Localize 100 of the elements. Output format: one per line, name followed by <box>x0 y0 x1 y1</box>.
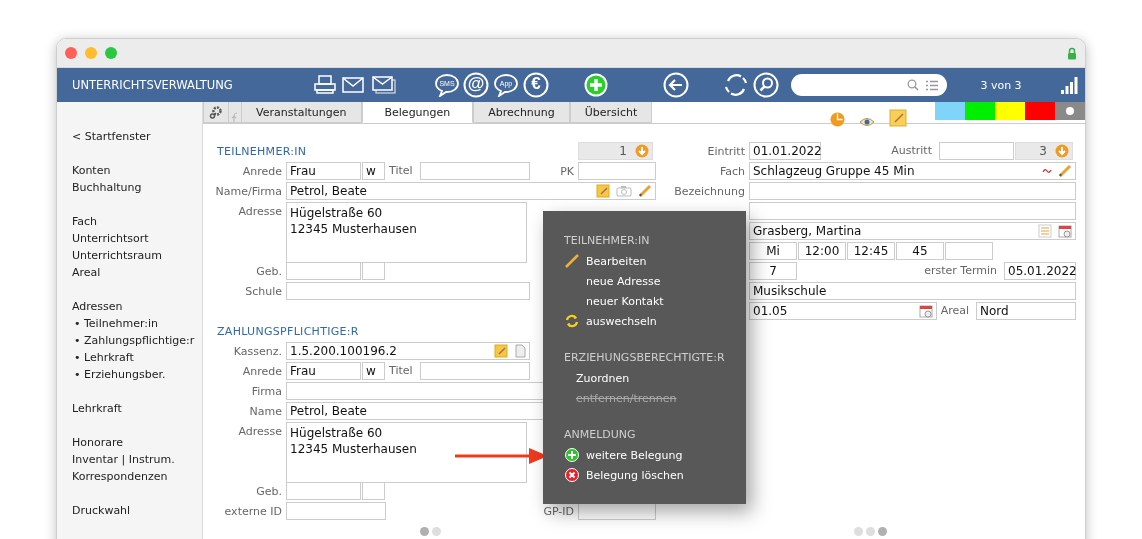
menu-item[interactable]: neuer Kontakt <box>565 291 664 311</box>
text-field[interactable]: 12:45 <box>847 241 895 260</box>
color-tag[interactable] <box>965 102 995 120</box>
sidebar-item[interactable]: Druckwahl <box>72 502 202 519</box>
counter-field[interactable]: 1 <box>578 141 653 160</box>
text-field[interactable]: Frau <box>286 161 361 180</box>
camera-icon[interactable] <box>616 184 632 197</box>
page-dot[interactable] <box>420 527 429 536</box>
sidebar-item[interactable]: Honorare <box>72 434 202 451</box>
menu-item[interactable]: auswechseln <box>565 311 657 331</box>
text-field[interactable]: Musikschule <box>749 281 1076 300</box>
calendar-icon[interactable] <box>918 303 933 318</box>
color-tag[interactable] <box>935 102 965 120</box>
text-field[interactable] <box>286 261 361 280</box>
menu-item[interactable]: Bearbeiten <box>565 251 647 271</box>
text-field[interactable] <box>939 141 1014 160</box>
refresh-button[interactable] <box>723 72 749 98</box>
down-arrow-icon[interactable] <box>1055 143 1069 158</box>
settings-button[interactable] <box>203 102 229 123</box>
sidebar-item[interactable]: Adressen <box>72 298 202 315</box>
sidebar-item[interactable]: Unterrichtsort <box>72 230 202 247</box>
pencil-icon[interactable] <box>1058 163 1072 178</box>
text-field[interactable]: Frau <box>286 361 361 380</box>
sidebar-item[interactable]: Unterrichtsraum <box>72 247 202 264</box>
text-field[interactable] <box>578 161 656 180</box>
text-field[interactable]: 1.5.200.100196.2 <box>286 341 530 360</box>
search-field[interactable] <box>791 74 947 96</box>
back-button[interactable] <box>663 72 689 98</box>
clock-icon[interactable] <box>830 112 845 127</box>
color-tag[interactable] <box>995 102 1025 120</box>
list-icon[interactable] <box>1038 223 1052 238</box>
color-tag[interactable] <box>1025 102 1055 120</box>
text-field[interactable]: 7 <box>749 261 797 280</box>
sidebar-item[interactable]: Inventar | Instrum. <box>72 451 202 468</box>
page-dot[interactable] <box>878 527 887 536</box>
page-dot[interactable] <box>866 527 875 536</box>
pencil-icon[interactable] <box>638 183 652 198</box>
sidebar-subitem[interactable]: • Zahlungspflichtige:r <box>72 332 202 349</box>
text-field[interactable]: Schlagzeug Gruppe 45 Min <box>749 161 1076 180</box>
sidebar-item[interactable]: Konten <box>72 162 202 179</box>
counter-field[interactable]: 3 <box>1015 141 1073 160</box>
page-dot[interactable] <box>432 527 441 536</box>
field-label: Titel <box>388 164 414 177</box>
text-field[interactable]: w <box>362 161 385 180</box>
menu-item[interactable]: weitere Belegung <box>565 445 683 465</box>
search-button[interactable] <box>753 72 779 98</box>
text-field[interactable] <box>286 481 361 500</box>
tab[interactable]: Veranstaltungen <box>241 102 362 123</box>
text-field[interactable] <box>362 261 385 280</box>
down-arrow-icon[interactable] <box>635 143 649 158</box>
tab[interactable]: Abrechnung <box>473 102 570 123</box>
note-icon[interactable] <box>494 343 508 358</box>
search-icon <box>753 72 779 98</box>
text-field[interactable] <box>419 161 530 180</box>
close-button[interactable] <box>65 47 77 59</box>
sidebar-subitem[interactable]: • Erziehungsber. <box>72 366 202 383</box>
text-field[interactable] <box>419 361 530 380</box>
text-field[interactable] <box>749 181 1076 200</box>
sidebar-subitem[interactable]: • Teilnehmer:in <box>72 315 202 332</box>
sidebar-item[interactable]: Fach <box>72 213 202 230</box>
menu-item[interactable]: Zuordnen <box>576 368 630 388</box>
text-field[interactable]: 12:00 <box>798 241 846 260</box>
menu-item[interactable]: neue Adresse <box>565 271 661 291</box>
list-icon[interactable] <box>925 79 939 91</box>
page-dot[interactable] <box>854 527 863 536</box>
text-field[interactable] <box>286 501 386 520</box>
sidebar-item[interactable]: Lehrkraft <box>72 400 202 417</box>
tab[interactable]: Übersicht <box>569 102 653 123</box>
menu-item[interactable]: Belegung löschen <box>565 465 684 485</box>
text-field[interactable]: 01.05 <box>749 301 937 320</box>
text-field[interactable]: Nord <box>976 301 1076 320</box>
tab[interactable]: Belegungen <box>361 102 474 123</box>
sidebar-item[interactable]: < Startfenster <box>72 128 202 145</box>
text-field[interactable]: 45 <box>896 241 944 260</box>
text-field[interactable] <box>945 241 993 260</box>
color-tag[interactable] <box>1055 102 1085 120</box>
date-field[interactable]: 01.01.2022 <box>749 141 821 160</box>
sidebar-subitem[interactable]: • Lehrkraft <box>72 349 202 366</box>
calendar-icon[interactable] <box>1058 223 1072 238</box>
sidebar-item[interactable]: Areal <box>72 264 202 281</box>
sidebar-item[interactable]: Buchhaltung <box>72 179 202 196</box>
document-icon[interactable] <box>514 343 526 358</box>
text-field[interactable] <box>362 481 385 500</box>
note-icon[interactable] <box>889 109 907 127</box>
search-icon[interactable] <box>907 79 919 91</box>
text-field[interactable] <box>286 281 530 300</box>
note-icon[interactable] <box>596 183 610 198</box>
text-field[interactable]: Petrol, Beate <box>286 181 656 200</box>
payment-button[interactable]: € <box>523 72 549 98</box>
text-field[interactable]: Mi <box>749 241 797 260</box>
add-button[interactable] <box>583 72 609 98</box>
email-at-button[interactable]: @ <box>463 72 489 98</box>
eye-icon[interactable] <box>859 117 875 127</box>
sidebar-item[interactable]: Korrespondenzen <box>72 468 202 485</box>
date-field[interactable]: 05.01.2022 <box>1004 261 1076 280</box>
minimize-button[interactable] <box>85 47 97 59</box>
text-field[interactable]: w <box>362 361 385 380</box>
text-field[interactable] <box>749 201 1076 220</box>
maximize-button[interactable] <box>105 47 117 59</box>
text-field[interactable]: Grasberg, Martina <box>749 221 1076 240</box>
